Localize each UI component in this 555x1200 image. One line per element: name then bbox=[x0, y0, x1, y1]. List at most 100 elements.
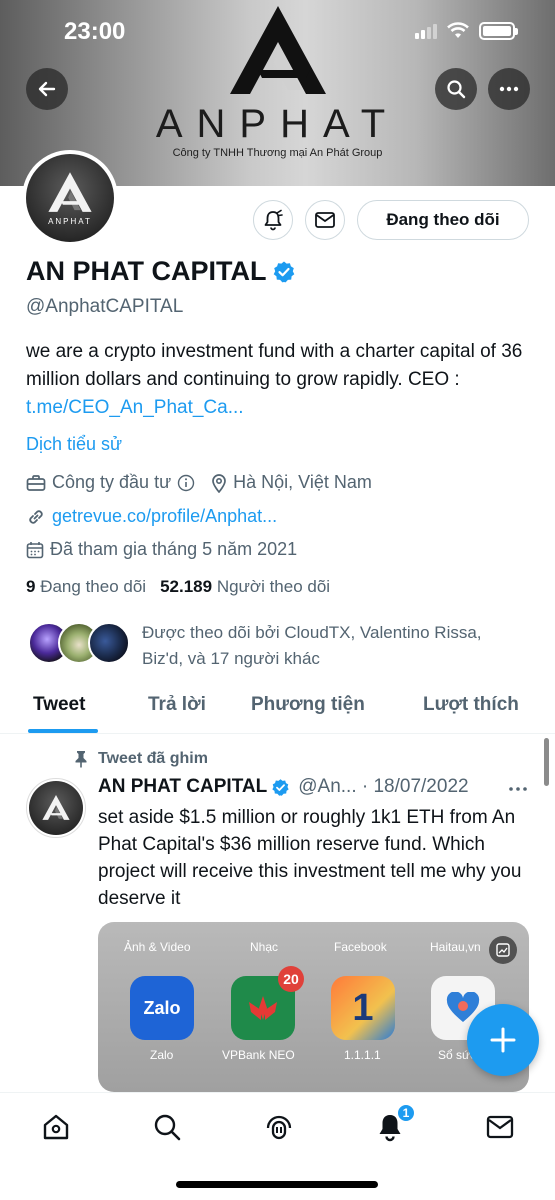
followed-by-row[interactable]: Được theo dõi bởi CloudTX, Valentino Ris… bbox=[28, 620, 522, 672]
app-label: 1.1.1.1 bbox=[344, 1048, 381, 1062]
nav-search[interactable] bbox=[151, 1111, 183, 1143]
notification-count-badge: 1 bbox=[396, 1103, 416, 1123]
app-notification-badge: 20 bbox=[278, 966, 304, 992]
mail-icon bbox=[486, 1115, 514, 1139]
pinned-label: Tweet đã ghim bbox=[98, 750, 208, 767]
followed-by-avatars bbox=[28, 620, 132, 666]
anphat-logo-icon bbox=[48, 171, 92, 212]
nav-messages[interactable] bbox=[484, 1111, 516, 1143]
nav-home[interactable] bbox=[40, 1111, 72, 1143]
notifications-toggle-button[interactable] bbox=[253, 200, 293, 240]
pin-icon bbox=[75, 751, 87, 768]
banner-brand-name: ANPHAT bbox=[155, 102, 400, 146]
website-link[interactable]: getrevue.co/profile/Anphat... bbox=[52, 506, 277, 527]
link-icon bbox=[29, 509, 43, 524]
profile-tabs: Tweet Trả lời Phương tiện Lượt thích bbox=[0, 684, 555, 734]
media-top-label: Nhạc bbox=[250, 940, 279, 954]
avatar-image: ANPHAT bbox=[26, 154, 114, 242]
follower-avatar bbox=[88, 622, 130, 664]
profile-bio: we are a crypto investment fund with a c… bbox=[26, 338, 536, 422]
location-pin-icon bbox=[212, 473, 226, 493]
app-label: VPBank NEO bbox=[222, 1048, 295, 1062]
tweet-avatar-image bbox=[29, 781, 83, 835]
app-label: Zalo bbox=[150, 1048, 174, 1062]
tweet-more-button[interactable] bbox=[508, 776, 528, 797]
joined-item: Đã tham gia tháng 5 năm 2021 bbox=[26, 539, 297, 560]
wifi-icon bbox=[447, 22, 469, 38]
zalo-app-icon: Zalo bbox=[130, 976, 194, 1040]
active-tab-indicator bbox=[28, 729, 98, 733]
search-icon bbox=[154, 1114, 181, 1141]
tab-replies[interactable]: Trả lời bbox=[148, 694, 206, 716]
tab-media[interactable]: Phương tiện bbox=[251, 694, 365, 716]
home-indicator[interactable] bbox=[176, 1181, 378, 1188]
category-text: Công ty đầu tư bbox=[52, 472, 172, 492]
home-icon bbox=[43, 1114, 69, 1140]
tweet-handle-date: @An... · 18/07/2022 bbox=[298, 776, 469, 797]
more-horizontal-icon bbox=[509, 787, 527, 791]
translate-bio-link[interactable]: Dịch tiểu sử bbox=[26, 434, 122, 455]
search-button[interactable] bbox=[435, 68, 477, 110]
compose-tweet-button[interactable] bbox=[467, 1004, 539, 1076]
tab-likes[interactable]: Lượt thích bbox=[423, 694, 519, 716]
bell-plus-icon bbox=[264, 209, 283, 231]
profile-meta-row: Công ty đầu tư Hà Nội, Việt Nam bbox=[26, 472, 388, 493]
followers-count-link[interactable]: 52.189 Người theo dõi bbox=[160, 577, 330, 597]
scrollbar-thumb[interactable] bbox=[544, 738, 549, 786]
status-time: 23:00 bbox=[64, 18, 126, 45]
cellular-signal-icon bbox=[415, 23, 437, 39]
zalo-icon-text: Zalo bbox=[143, 997, 181, 1018]
category-item: Công ty đầu tư bbox=[26, 472, 195, 493]
media-top-label: Facebook bbox=[334, 940, 387, 954]
tweet-author-name[interactable]: AN PHAT CAPITAL bbox=[98, 776, 267, 798]
profile-handle: @AnphatCAPITAL bbox=[26, 296, 184, 317]
tweet-header: AN PHAT CAPITAL @An... · 18/07/2022 bbox=[98, 776, 469, 798]
more-horizontal-icon bbox=[499, 86, 519, 92]
tab-tweets[interactable]: Tweet bbox=[33, 694, 85, 716]
warp-icon-text: 1 bbox=[352, 986, 374, 1029]
media-report-button[interactable] bbox=[489, 936, 517, 964]
followers-label: Người theo dõi bbox=[216, 577, 331, 596]
vpbank-flower-icon bbox=[249, 996, 277, 1020]
info-icon[interactable] bbox=[177, 474, 195, 492]
anphat-logo-icon bbox=[230, 6, 326, 94]
back-arrow-icon bbox=[38, 81, 56, 97]
anphat-logo-icon bbox=[42, 794, 70, 820]
verified-badge-icon bbox=[274, 261, 295, 282]
search-icon bbox=[447, 80, 466, 99]
location-item: Hà Nội, Việt Nam bbox=[211, 472, 372, 493]
media-top-label: Haitau,vn bbox=[430, 940, 481, 954]
nav-spaces[interactable] bbox=[263, 1111, 295, 1143]
status-icons bbox=[415, 22, 518, 40]
following-label: Đang theo dõi bbox=[40, 577, 147, 596]
joined-row: Đã tham gia tháng 5 năm 2021 bbox=[26, 539, 313, 560]
website-item[interactable]: getrevue.co/profile/Anphat... bbox=[26, 506, 277, 527]
tweet-author-avatar[interactable] bbox=[26, 778, 86, 838]
location-text: Hà Nội, Việt Nam bbox=[233, 472, 372, 492]
back-button[interactable] bbox=[26, 68, 68, 110]
profile-avatar[interactable]: ANPHAT bbox=[22, 150, 118, 246]
avatar-brand-text: ANPHAT bbox=[48, 216, 92, 226]
pinned-indicator: Tweet đã ghim bbox=[74, 750, 208, 768]
bio-link[interactable]: t.me/CEO_An_Phat_Ca... bbox=[26, 397, 244, 418]
following-button[interactable]: Đang theo dõi bbox=[357, 200, 529, 240]
message-button[interactable] bbox=[305, 200, 345, 240]
tweet-text: set aside $1.5 million or roughly 1k1 ET… bbox=[98, 807, 522, 909]
followers-count: 52.189 bbox=[160, 577, 213, 596]
calendar-icon bbox=[26, 541, 44, 558]
image-flag-icon bbox=[496, 943, 510, 957]
following-count-link[interactable]: 9 Đang theo dõi bbox=[26, 577, 146, 597]
verified-badge-icon bbox=[272, 778, 289, 796]
mail-icon bbox=[315, 212, 335, 228]
briefcase-icon bbox=[26, 474, 46, 491]
spaces-icon bbox=[266, 1115, 292, 1140]
followed-by-text: Được theo dõi bởi CloudTX, Valentino Ris… bbox=[142, 623, 482, 668]
compose-plus-icon bbox=[490, 1027, 516, 1053]
follow-counts: 9 Đang theo dõi 52.189 Người theo dõi bbox=[26, 577, 330, 597]
following-count: 9 bbox=[26, 577, 36, 596]
more-options-button[interactable] bbox=[488, 68, 530, 110]
display-name-text: AN PHAT CAPITAL bbox=[26, 256, 267, 286]
tweet-media-image[interactable]: Ảnh & Video Nhạc Facebook Haitau,vn Zalo… bbox=[98, 922, 529, 1092]
bio-text: we are a crypto investment fund with a c… bbox=[26, 341, 523, 390]
joined-text: Đã tham gia tháng 5 năm 2021 bbox=[50, 539, 298, 559]
